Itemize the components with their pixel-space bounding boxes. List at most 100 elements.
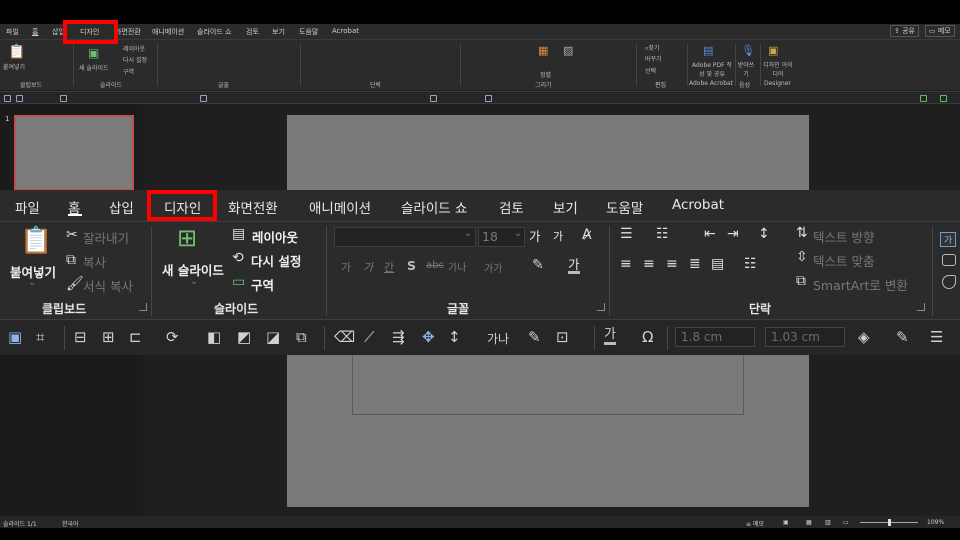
- columns-icon[interactable]: ☷: [744, 256, 757, 272]
- tab-transitions[interactable]: 화면전환: [115, 27, 141, 37]
- replace-button[interactable]: 바꾸기: [645, 54, 662, 63]
- align-left-objects-icon[interactable]: ⊏: [129, 328, 142, 346]
- tab-file[interactable]: 파일: [15, 197, 40, 217]
- group-objects-icon[interactable]: ⧉: [296, 328, 307, 346]
- align-left-icon[interactable]: ≡: [620, 256, 632, 272]
- clear-formatting-icon[interactable]: A̷: [582, 227, 592, 243]
- language-status[interactable]: 한국어: [62, 519, 79, 528]
- send-backward-icon[interactable]: ◪: [266, 328, 280, 346]
- numbering-icon[interactable]: ☷: [656, 226, 669, 242]
- layout-button[interactable]: 레이아웃: [123, 44, 145, 53]
- line-weight-icon[interactable]: ☰: [930, 328, 943, 346]
- designer-button[interactable]: 디자인 아이디어: [763, 60, 793, 78]
- slide-thumbnail[interactable]: [14, 115, 134, 191]
- tab-animations[interactable]: 애니메이션: [309, 197, 371, 217]
- shadow-button[interactable]: S: [407, 258, 416, 273]
- adobe-pdf-button[interactable]: Adobe PDF 작성 및 공유: [690, 60, 734, 78]
- tab-acrobat[interactable]: Acrobat: [332, 27, 359, 35]
- toolbar-icon[interactable]: [430, 95, 437, 102]
- underline-button[interactable]: 간: [384, 259, 394, 275]
- grow-font-button[interactable]: 가: [529, 226, 541, 245]
- tab-slideshow[interactable]: 슬라이드 쇼: [197, 27, 231, 37]
- pen-icon[interactable]: ⟋: [364, 328, 375, 346]
- text-box-shape[interactable]: 가: [940, 232, 956, 247]
- decrease-indent-icon[interactable]: ⇤: [704, 226, 716, 242]
- font-name-select[interactable]: [334, 227, 476, 247]
- tab-slideshow[interactable]: 슬라이드 쇼: [401, 197, 467, 217]
- reset-button[interactable]: 다시 설정: [123, 55, 147, 64]
- tab-transitions[interactable]: 화면전환: [228, 197, 278, 217]
- align-middle-icon[interactable]: ⊟: [74, 328, 87, 346]
- shrink-font-button[interactable]: 가: [553, 228, 563, 244]
- toolbar-icon[interactable]: [200, 95, 207, 102]
- font-launcher-icon[interactable]: [597, 303, 605, 311]
- slide-sorter-icon[interactable]: ▦: [806, 519, 812, 526]
- tab-review[interactable]: 검토: [246, 27, 259, 37]
- tab-view[interactable]: 보기: [553, 197, 578, 217]
- align-right-icon[interactable]: ≡: [666, 256, 678, 272]
- subtitle-placeholder[interactable]: [352, 352, 744, 415]
- align-text-button[interactable]: 텍스트 맞춤: [813, 251, 874, 270]
- tab-view[interactable]: 보기: [272, 27, 285, 37]
- line-spacing-icon[interactable]: ↕: [758, 226, 770, 242]
- section-button[interactable]: 구역: [123, 67, 134, 76]
- bring-forward-icon[interactable]: ◧: [207, 328, 221, 346]
- eyedropper-icon[interactable]: ✎: [528, 328, 541, 346]
- highlighter-icon[interactable]: ✎: [532, 257, 544, 273]
- arrange-button[interactable]: 정렬: [540, 70, 551, 79]
- new-slide-button[interactable]: 새 슬라이드: [79, 63, 109, 72]
- notes-button[interactable]: ≡ 메모: [746, 519, 764, 528]
- move-icon[interactable]: ✥: [422, 328, 435, 346]
- italic-button[interactable]: 가: [363, 259, 373, 275]
- tab-file[interactable]: 파일: [6, 27, 19, 37]
- freeform-shape[interactable]: [942, 275, 956, 289]
- align-center-objects-icon[interactable]: ⊞: [102, 328, 115, 346]
- share-button[interactable]: ⇪ 공유: [890, 25, 919, 37]
- zoom-level[interactable]: 109%: [927, 519, 944, 526]
- rotate-icon[interactable]: ⟳: [166, 328, 179, 346]
- find-button[interactable]: ⌕찾기: [645, 43, 659, 53]
- symbol-button[interactable]: Ω: [642, 328, 653, 346]
- layout-button[interactable]: 레이아웃: [252, 227, 298, 246]
- toolbar-icon[interactable]: [60, 95, 67, 102]
- text-wrap-icon[interactable]: ⇶: [392, 328, 405, 346]
- change-case-button[interactable]: 가가: [484, 260, 502, 275]
- text-direction-button[interactable]: 텍스트 방향: [813, 227, 874, 246]
- tab-help[interactable]: 도움말: [606, 197, 643, 217]
- dictate-button[interactable]: 받아쓰기: [736, 60, 756, 78]
- strikethrough-button[interactable]: abc: [426, 260, 444, 271]
- font-color-button[interactable]: 가: [568, 258, 580, 274]
- toolbar-icon[interactable]: [4, 95, 11, 102]
- tab-acrobat[interactable]: Acrobat: [672, 197, 724, 213]
- tab-home[interactable]: 홈: [32, 27, 38, 37]
- bring-to-front-icon[interactable]: ◩: [237, 328, 251, 346]
- character-spacing-button[interactable]: 가나: [448, 259, 466, 274]
- character-spacing-button[interactable]: 가나: [487, 330, 509, 347]
- resize-icon[interactable]: ⊡: [556, 328, 569, 346]
- rounded-rect-shape[interactable]: [942, 254, 956, 266]
- select-button[interactable]: 선택: [645, 66, 656, 75]
- paste-button[interactable]: 붙여넣기: [3, 62, 25, 71]
- toolbar-icon[interactable]: [920, 95, 927, 102]
- tab-insert[interactable]: 삽입: [109, 197, 134, 217]
- distributed-icon[interactable]: ▤: [711, 256, 724, 272]
- toolbar-icon[interactable]: [940, 95, 947, 102]
- tab-animations[interactable]: 애니메이션: [152, 27, 184, 37]
- paragraph-launcher-icon[interactable]: [917, 303, 925, 311]
- section-button[interactable]: 구역: [251, 275, 274, 294]
- format-painter-button[interactable]: 서식 복사: [83, 276, 133, 295]
- smartart-button[interactable]: SmartArt로 변환: [813, 275, 908, 294]
- align-center-icon[interactable]: ≡: [643, 256, 655, 272]
- fill-color-icon[interactable]: ◈: [858, 328, 870, 346]
- new-slide-dropdown-icon[interactable]: ⌄: [190, 276, 198, 287]
- increase-indent-icon[interactable]: ⇥: [727, 226, 739, 242]
- shape-width-input[interactable]: 1.03 cm: [765, 327, 845, 347]
- bold-button[interactable]: 가: [341, 259, 351, 275]
- cut-button[interactable]: 잘라내기: [83, 228, 129, 247]
- comments-button[interactable]: ▭ 메모: [925, 25, 955, 37]
- reading-view-icon[interactable]: ▥: [825, 519, 831, 526]
- tab-review[interactable]: 검토: [499, 197, 524, 217]
- reset-button[interactable]: 다시 설정: [251, 251, 301, 270]
- justify-icon[interactable]: ≣: [689, 256, 701, 272]
- normal-view-icon[interactable]: ▣: [783, 519, 789, 526]
